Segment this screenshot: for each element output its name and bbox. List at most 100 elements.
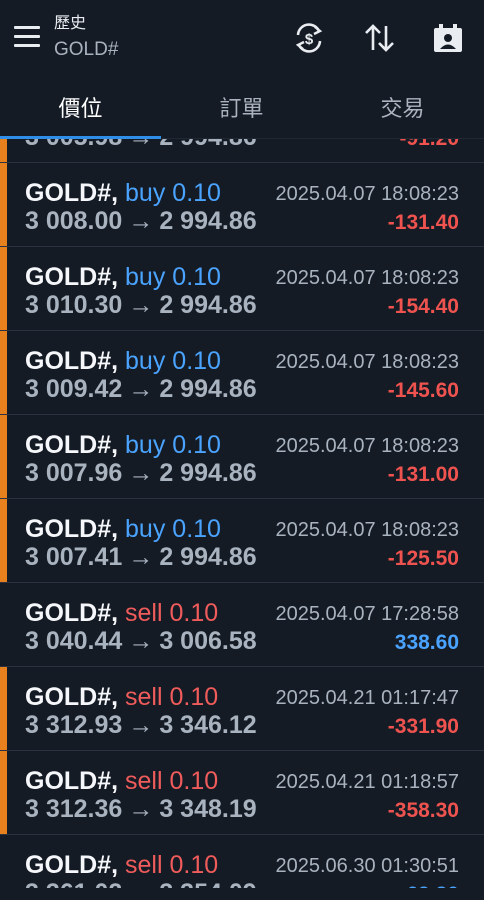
trade-time: 2025.04.21 01:18:57 bbox=[275, 771, 459, 793]
price-line: 3 007.41 → 2 994.86 bbox=[25, 543, 257, 572]
trade-time: 2025.06.30 01:30:51 bbox=[275, 855, 459, 877]
trade-time: 2025.04.07 18:08:23 bbox=[275, 351, 459, 373]
symbol-label: GOLD#, bbox=[25, 515, 119, 543]
profit-value: 338.60 bbox=[394, 631, 459, 654]
refresh-currency-icon[interactable]: $ bbox=[291, 20, 327, 56]
price-line: 3 009.42 → 2 994.86 bbox=[25, 375, 257, 404]
history-row[interactable]: GOLD#, sell 0.103 005.98→2 994.86-91.20 bbox=[0, 139, 484, 163]
history-list: GOLD#, sell 0.10 3 005.98→2 994.86 -91.20 G… bbox=[0, 139, 484, 888]
row-marker-bar bbox=[0, 331, 7, 414]
close-price: 2 994.86 bbox=[159, 543, 257, 571]
open-price: 3 009.42 bbox=[25, 375, 123, 403]
close-price: 2 994.86 bbox=[159, 139, 256, 151]
price-line: 3 010.30 → 2 994.86 bbox=[25, 291, 257, 320]
row-marker-bar bbox=[0, 163, 7, 246]
page-title: 歷史 bbox=[54, 15, 87, 32]
row-marker-bar bbox=[0, 499, 7, 582]
open-price: 3 007.41 bbox=[25, 543, 123, 571]
profit-value: -131.40 bbox=[387, 211, 459, 234]
close-price: 3 348.19 bbox=[159, 795, 257, 823]
trade-volume: 0.10 bbox=[169, 683, 219, 711]
symbol-label: GOLD#, bbox=[25, 851, 119, 879]
calendar-person-icon[interactable] bbox=[430, 20, 466, 56]
row-title: GOLD#, sell 0.10 bbox=[25, 599, 218, 628]
open-price: 3 040.44 bbox=[25, 627, 123, 655]
row-marker-bar bbox=[0, 667, 7, 750]
trade-type: buy bbox=[125, 263, 166, 291]
price-line: 3 007.96 → 2 994.86 bbox=[25, 459, 257, 488]
trade-time: 2025.04.07 18:08:23 bbox=[275, 183, 459, 205]
tab-bar: 價位 訂單 交易 bbox=[0, 80, 484, 138]
row-title: GOLD#, sell 0.10 bbox=[25, 767, 218, 796]
close-price: 3 354.09 bbox=[159, 879, 256, 888]
row-title: GOLD#, buy 0.10 bbox=[25, 431, 221, 460]
trade-volume: 0.10 bbox=[172, 263, 221, 291]
arrow-icon: → bbox=[128, 795, 154, 823]
symbol-label: GOLD#, bbox=[25, 347, 119, 375]
arrow-icon: → bbox=[128, 627, 154, 655]
trade-time: 2025.04.07 18:08:23 bbox=[275, 519, 459, 541]
row-title: GOLD#, buy 0.10 bbox=[25, 263, 221, 292]
open-price: 3 361.02 bbox=[25, 879, 122, 888]
close-price: 2 994.86 bbox=[159, 375, 257, 403]
history-row[interactable]: GOLD#, sell 0.10 3 312.36 → 3 348.19 2025.04… bbox=[0, 751, 484, 835]
history-row[interactable]: GOLD#, buy 0.10 3 010.30 → 2 994.86 2025.04.… bbox=[0, 247, 484, 331]
arrow-icon: → bbox=[128, 543, 154, 571]
trade-volume: 0.10 bbox=[169, 851, 219, 879]
row-title: GOLD#, buy 0.10 bbox=[25, 179, 221, 208]
arrow-icon: → bbox=[128, 375, 154, 403]
profit-value: -131.00 bbox=[387, 463, 459, 486]
row-title: GOLD#, sell 0.10 bbox=[25, 683, 218, 712]
symbol-label: GOLD#, bbox=[25, 683, 119, 711]
price-line: 3 005.98 → 2 994.86 bbox=[25, 139, 257, 152]
row-marker-bar bbox=[0, 247, 7, 330]
trade-volume: 0.10 bbox=[169, 599, 219, 627]
row-title: GOLD#, sell 0.10 bbox=[25, 851, 218, 880]
trade-volume: 0.10 bbox=[172, 515, 221, 543]
history-row[interactable]: GOLD#, sell 0.103 361.02→3 354.09 2025.06… bbox=[0, 835, 484, 888]
price-line: 3 008.00 → 2 994.86 bbox=[25, 207, 257, 236]
profit-value: -145.60 bbox=[387, 379, 459, 402]
trade-volume: 0.10 bbox=[169, 767, 219, 795]
trade-type: buy bbox=[125, 179, 166, 207]
history-row[interactable]: GOLD#, buy 0.10 3 009.42 → 2 994.86 2025.04.… bbox=[0, 331, 484, 415]
price-line: 3 361.02 → 3 354.09 bbox=[25, 879, 257, 888]
history-row[interactable]: GOLD#, buy 0.10 3 007.96 → 2 994.86 2025.04.… bbox=[0, 415, 484, 499]
open-price: 3 312.36 bbox=[25, 795, 123, 823]
bottom-area bbox=[0, 888, 484, 900]
trade-time: 2025.04.07 17:28:58 bbox=[275, 603, 459, 625]
row-marker-bar bbox=[0, 139, 7, 162]
header-titles: 歷史 GOLD# bbox=[54, 14, 118, 62]
symbol-label: GOLD#, bbox=[25, 179, 119, 207]
open-price: 3 010.30 bbox=[25, 291, 123, 319]
trade-volume: 0.10 bbox=[172, 347, 221, 375]
arrow-icon: → bbox=[128, 459, 154, 487]
arrow-icon: → bbox=[128, 207, 154, 235]
trade-type: sell bbox=[125, 599, 163, 627]
symbol-subtitle: GOLD# bbox=[54, 39, 119, 60]
close-price: 3 346.12 bbox=[159, 711, 257, 739]
history-row[interactable]: GOLD#, sell 0.10 3 040.44 → 3 006.58 2025.04… bbox=[0, 583, 484, 667]
price-line: 3 040.44 → 3 006.58 bbox=[25, 627, 257, 656]
history-row[interactable]: GOLD#, buy 0.10 3 007.41 → 2 994.86 2025.04.… bbox=[0, 499, 484, 583]
arrow-icon: → bbox=[128, 711, 154, 739]
menu-icon[interactable] bbox=[14, 26, 40, 48]
history-row[interactable]: GOLD#, sell 0.10 3 312.93 → 3 346.12 2025.04… bbox=[0, 667, 484, 751]
history-row[interactable]: GOLD#, buy 0.10 3 008.00 → 2 994.86 2025.04.… bbox=[0, 163, 484, 247]
trade-time: 2025.04.07 18:08:23 bbox=[275, 267, 459, 289]
trade-time: 2025.04.21 01:17:47 bbox=[275, 687, 459, 709]
open-price: 3 007.96 bbox=[25, 459, 123, 487]
trade-type: sell bbox=[125, 767, 163, 795]
trade-type: sell bbox=[125, 851, 163, 879]
sort-icon[interactable] bbox=[361, 20, 397, 56]
tab-deals[interactable]: 交易 bbox=[322, 80, 483, 138]
profit-value: -358.30 bbox=[387, 799, 459, 822]
row-marker-bar bbox=[0, 751, 7, 834]
close-price: 2 994.86 bbox=[159, 459, 257, 487]
profit-value: -91.20 bbox=[399, 139, 459, 151]
app-bar: 歷史 GOLD# $ bbox=[0, 0, 484, 80]
trade-type: buy bbox=[125, 347, 166, 375]
tab-orders[interactable]: 訂單 bbox=[161, 80, 322, 138]
row-marker-bar bbox=[0, 415, 7, 498]
tab-prices[interactable]: 價位 bbox=[0, 80, 161, 138]
